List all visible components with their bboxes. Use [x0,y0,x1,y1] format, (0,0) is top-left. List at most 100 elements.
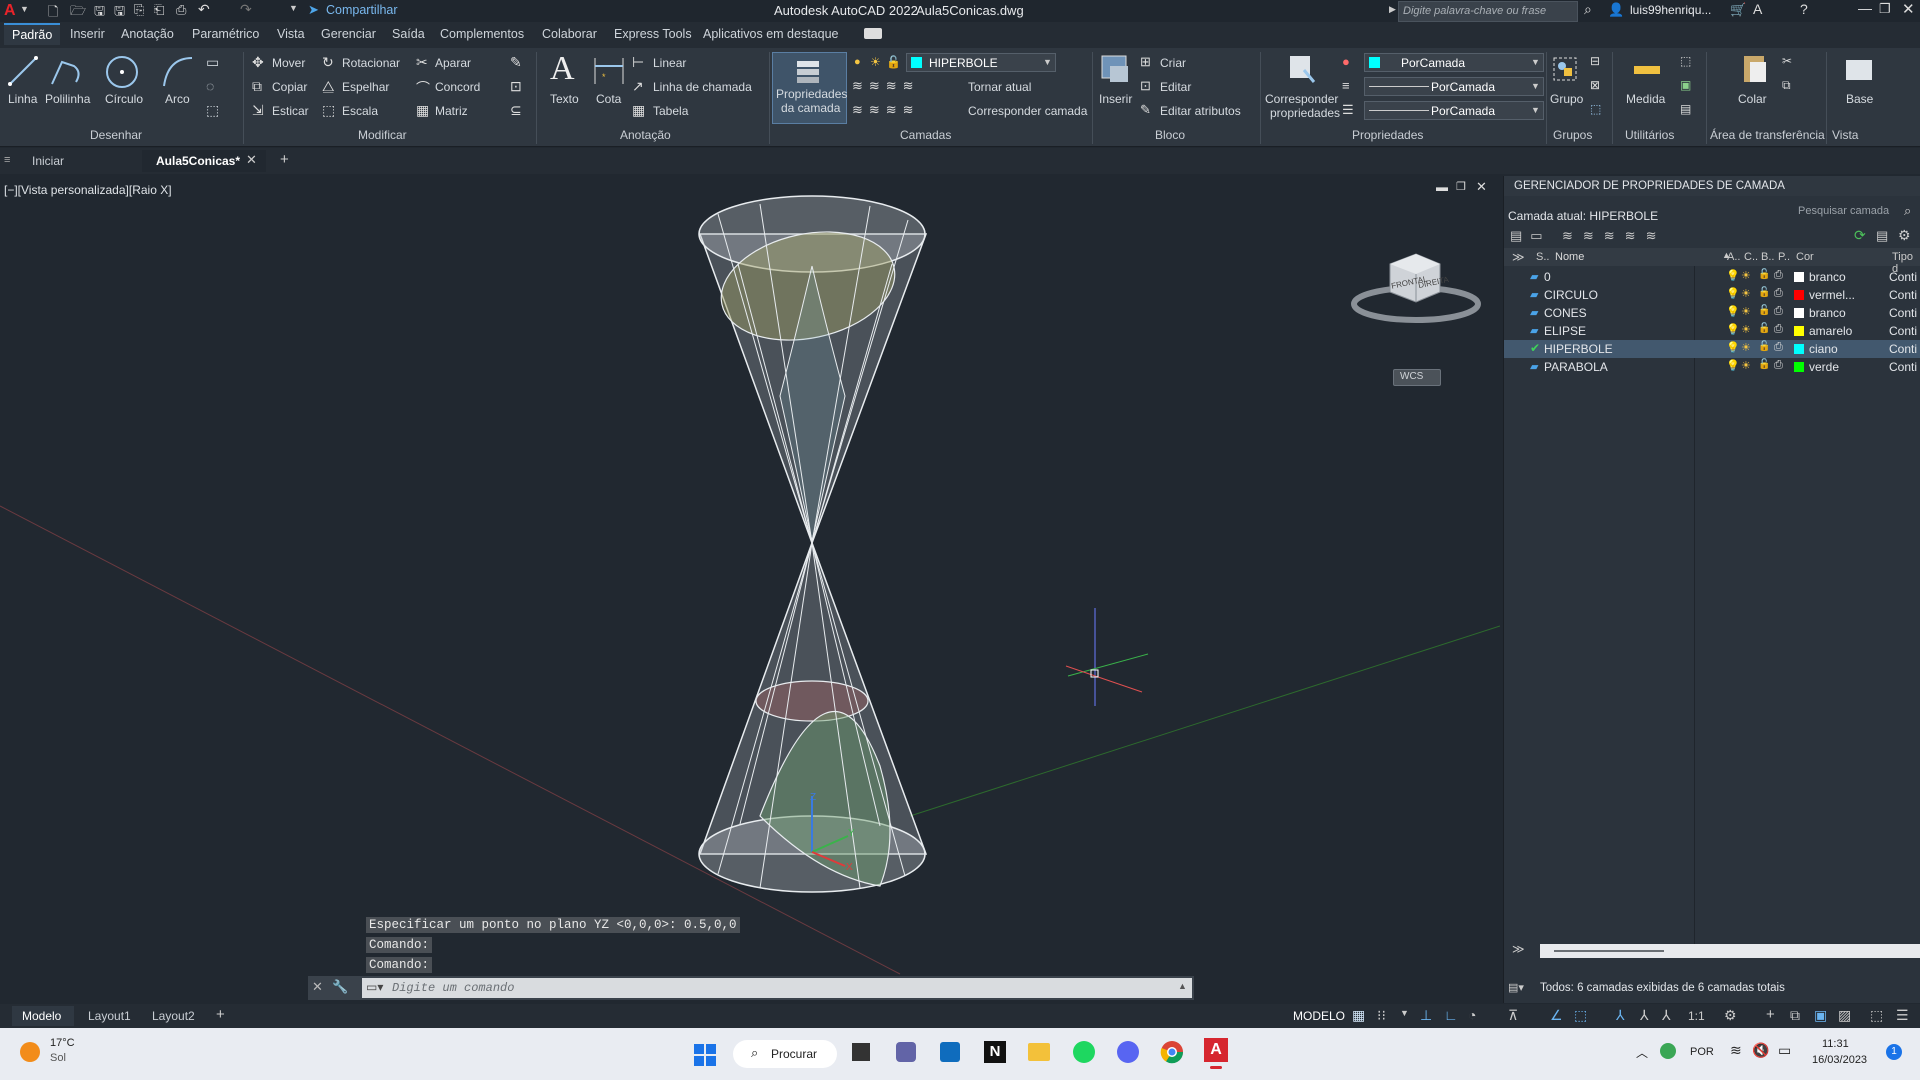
color-swatch[interactable] [1794,344,1804,354]
sun-icon[interactable]: ☀ [1741,287,1751,300]
tray-app-icon[interactable] [1660,1043,1676,1059]
weather-desc[interactable]: Sol [50,1052,66,1064]
layer-row[interactable]: ▰ ELIPSE 💡 ☀ 🔓 ⎙ amarelo Conti [1504,322,1920,340]
bulb-on-icon[interactable]: ● [854,56,861,68]
table-icon[interactable]: ▦ [632,102,645,119]
match-props-line1[interactable]: Corresponder [1265,92,1338,106]
layer-color-name[interactable]: verde [1809,360,1839,374]
open-folder-icon[interactable]: 🗁 [70,2,86,24]
bulb-icon[interactable]: 💡 [1726,305,1740,318]
color-wheel-icon[interactable]: ● [1342,54,1350,69]
close-icon[interactable]: ✕ [1902,0,1915,18]
wrench-icon[interactable]: 🔧 [332,979,348,995]
color-swatch[interactable] [1794,290,1804,300]
wcs-menu[interactable]: WCS [1393,369,1441,386]
layer-tools-row2-icon[interactable]: ≋≋≋≋ [852,102,920,118]
match-layer-label[interactable]: Corresponder camada [968,104,1087,118]
layer-name[interactable]: PARABOLA [1544,360,1608,374]
ortho-icon[interactable]: ∟ [1444,1007,1458,1023]
infer-constraints-icon[interactable]: ⊥ [1420,1007,1432,1024]
col-status[interactable]: S.. [1536,251,1549,263]
sun-icon[interactable]: ☀ [1741,359,1751,372]
bulb-icon[interactable]: 💡 [1726,287,1740,300]
annotation-scale-icon[interactable]: ⅄ [1662,1007,1671,1024]
panel-modify-label[interactable]: Modificar [358,128,407,142]
insert-label[interactable]: Inserir [1099,92,1132,106]
group-label[interactable]: Grupo [1550,92,1583,106]
sun-icon[interactable]: ☀ [1741,305,1751,318]
paste-label[interactable]: Colar [1738,92,1767,106]
layer-name[interactable]: HIPERBOLE [1544,342,1613,356]
expand-filters-icon[interactable]: ≫ [1512,942,1525,956]
chevron-up-icon[interactable]: ︿ [1636,1044,1648,1061]
dimension-label[interactable]: Cota [596,92,621,106]
discord-icon[interactable] [1117,1041,1139,1063]
make-current-label[interactable]: Tornar atual [968,80,1031,94]
tab-parametrico[interactable]: Paramétrico [192,27,259,41]
weather-sun-icon[interactable] [20,1042,40,1062]
bulb-icon[interactable]: 💡 [1726,341,1740,354]
store-icon[interactable] [940,1042,960,1062]
line-tool-icon[interactable] [6,52,40,92]
file-tabs-menu-icon[interactable]: ≡ [4,154,10,166]
layer-tools-row1-icon[interactable]: ≋≋≋≋ [852,78,920,94]
trim-icon[interactable]: ✂ [416,54,428,71]
base-label[interactable]: Base [1846,92,1873,106]
layer-color-name[interactable]: ciano [1809,342,1838,356]
layer-settings-alt-icon[interactable]: ▤ [1876,228,1888,244]
spotify-icon[interactable] [1073,1041,1095,1063]
linetype-dropdown[interactable]: PorCamada ▼ [1364,77,1544,96]
panel-annotation-label[interactable]: Anotação [620,128,671,142]
leader-label[interactable]: Linha de chamada [653,80,752,94]
gear-icon[interactable]: ⚙ [1898,227,1911,244]
panel-draw-label[interactable]: Desenhar [90,128,142,142]
sun-icon[interactable]: ☀ [1741,269,1751,282]
object-snap-icon[interactable]: ⬚ [1574,1007,1587,1024]
layer-linetype[interactable]: Conti [1889,288,1917,302]
linear-label[interactable]: Linear [653,56,686,70]
tab-saida[interactable]: Saída [392,27,425,41]
layer-row-selected[interactable]: ✔ HIPERBOLE 💡 ☀ 🔓 ⎙ ciano Conti [1504,340,1920,358]
layout-tab-2[interactable]: Layout2 [152,1009,195,1023]
arc-label[interactable]: Arco [165,92,190,106]
horizontal-scrollbar[interactable] [1540,944,1920,958]
layer-name[interactable]: 0 [1544,270,1551,284]
cone-drawing[interactable] [0,176,1500,1004]
task-view-icon[interactable] [852,1043,870,1061]
drawing-viewport[interactable]: [−][Vista personalizada][Raio X] ▬ ❐ ✕ Z… [0,176,1500,1004]
bulb-icon[interactable]: 💡 [1726,323,1740,336]
layer-color-name[interactable]: branco [1809,270,1846,284]
save-as-icon[interactable]: 🖫 [114,2,125,24]
cart-icon[interactable]: 🛒 [1730,2,1746,18]
workspace-gear-icon[interactable]: ⚙ [1724,1007,1737,1024]
panel-block-label[interactable]: Bloco [1155,128,1185,142]
color-swatch[interactable] [1794,362,1804,372]
layer-row[interactable]: ▰ PARABOLA 💡 ☀ 🔓 ⎙ verde Conti [1504,358,1920,376]
command-input[interactable]: ▭▾ Digite um comando ▲ [362,978,1192,998]
paste-icon[interactable] [1740,52,1770,86]
layer-linetype[interactable]: Conti [1889,306,1917,320]
table-label[interactable]: Tabela [653,104,688,118]
auto-scale-icon[interactable]: ⅄ [1640,1007,1649,1024]
copy-icon[interactable]: ⧉ [252,78,262,95]
help-search-box[interactable]: Digite palavra-chave ou frase [1398,1,1578,22]
tab-padrao[interactable]: Padrão [4,23,61,45]
layer-dropdown[interactable]: HIPERBOLE ▼ [906,53,1056,72]
teams-icon[interactable] [896,1042,916,1062]
command-prompt-icon[interactable]: ▭▾ [366,980,383,994]
grid-icon[interactable]: ▦ [1352,1007,1365,1024]
clock-date[interactable]: 16/03/2023 [1812,1054,1867,1066]
printer-icon[interactable]: ⎙ [1774,287,1783,300]
object-snap-tracking-icon[interactable]: ∠ [1550,1007,1563,1024]
close-command-icon[interactable]: ✕ [312,979,323,995]
offset-icon[interactable]: ⊆ [510,102,522,119]
panel-layers-label[interactable]: Camadas [900,128,951,142]
color-swatch[interactable] [1794,308,1804,318]
layer-filter-icons[interactable]: ▤▭ [1510,228,1551,244]
copy-label[interactable]: Copiar [272,80,307,94]
layer-linetype[interactable]: Conti [1889,360,1917,374]
calculator-icon[interactable]: ▤ [1680,102,1691,116]
weather-temp[interactable]: 17°C [50,1037,75,1049]
scale-label[interactable]: Escala [342,104,378,118]
erase-icon[interactable]: ✎ [510,54,522,71]
